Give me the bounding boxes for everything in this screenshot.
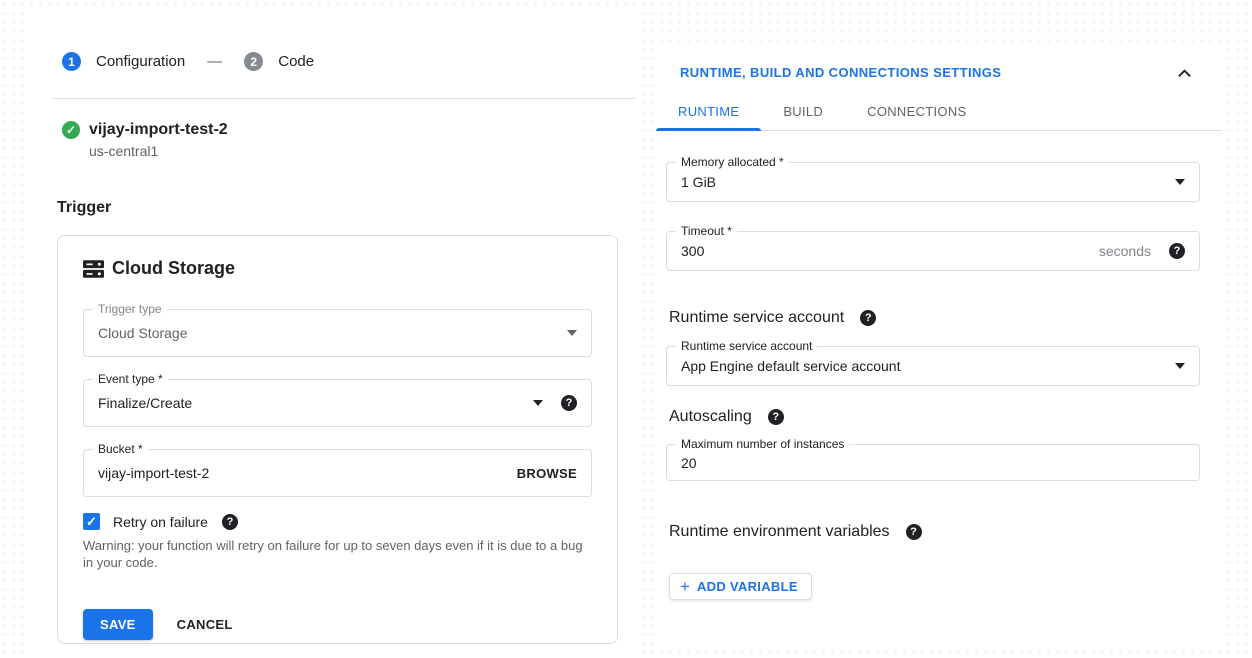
event-type-select[interactable]: Event type * Finalize/Create ? [83,379,592,427]
service-account-heading: Runtime service account [669,309,844,327]
cancel-button[interactable]: CANCEL [177,617,233,632]
bucket-input[interactable] [98,465,517,481]
plus-icon: + [680,579,690,594]
function-region: us-central1 [89,143,636,159]
autoscaling-heading-row: Autoscaling ? [669,408,1200,426]
step-separator: — [207,53,222,70]
trigger-card: Cloud Storage Trigger type Cloud Storage… [57,235,618,644]
retry-checkbox[interactable]: ✓ [83,513,100,530]
step-2-label: Code [278,53,314,70]
save-button[interactable]: SAVE [83,609,153,640]
max-instances-field: Maximum number of instances [666,444,1200,481]
service-account-value: App Engine default service account [681,358,1175,374]
bucket-field: Bucket * BROWSE [83,449,592,497]
settings-header[interactable]: RUNTIME, BUILD AND CONNECTIONS SETTINGS [656,46,1222,80]
bucket-label: Bucket * [93,442,148,456]
chevron-down-icon [1175,363,1185,369]
settings-tabs: RUNTIME BUILD CONNECTIONS [656,94,1222,131]
configuration-panel: 1 Configuration — 2 Code ✓ vijay-import-… [30,12,636,658]
service-account-label: Runtime service account [676,339,817,353]
trigger-type-select[interactable]: Trigger type Cloud Storage [83,309,592,357]
service-account-help-icon[interactable]: ? [860,310,876,326]
chevron-down-icon [567,330,577,336]
max-instances-label: Maximum number of instances [676,437,849,451]
event-type-label: Event type * [93,372,168,386]
memory-allocated-value: 1 GiB [681,174,1175,190]
function-name-row: ✓ vijay-import-test-2 [62,121,636,139]
timeout-suffix: seconds [1099,243,1151,259]
retry-warning-text: Warning: your function will retry on fai… [83,537,592,571]
tab-build[interactable]: BUILD [761,94,845,130]
event-type-value: Finalize/Create [98,395,533,411]
trigger-section-title: Trigger [57,199,636,217]
timeout-help-icon[interactable]: ? [1169,243,1185,259]
settings-panel: RUNTIME, BUILD AND CONNECTIONS SETTINGS … [656,46,1222,646]
tab-connections[interactable]: CONNECTIONS [845,94,988,130]
env-vars-heading-row: Runtime environment variables ? [669,523,1200,541]
form-actions: SAVE CANCEL [83,609,592,640]
memory-allocated-select[interactable]: Memory allocated * 1 GiB [666,162,1200,202]
retry-help-icon[interactable]: ? [222,514,238,530]
add-variable-label: ADD VARIABLE [697,579,798,594]
env-vars-heading: Runtime environment variables [669,523,890,541]
step-2-circle[interactable]: 2 [244,52,263,71]
timeout-input[interactable] [681,243,1089,259]
trigger-type-label: Trigger type [93,302,167,316]
service-account-heading-row: Runtime service account ? [669,309,1200,327]
settings-header-title: RUNTIME, BUILD AND CONNECTIONS SETTINGS [680,65,1001,80]
chevron-down-icon [1175,179,1185,185]
stepper: 1 Configuration — 2 Code [62,52,636,71]
timeout-label: Timeout * [676,224,737,238]
cloud-storage-icon [83,259,104,279]
browse-button[interactable]: BROWSE [517,466,577,481]
add-variable-button[interactable]: + ADD VARIABLE [669,573,812,600]
chevron-down-icon [533,400,543,406]
trigger-card-title: Cloud Storage [112,258,235,279]
autoscaling-heading: Autoscaling [669,408,752,426]
service-account-select[interactable]: Runtime service account App Engine defau… [666,346,1200,386]
max-instances-input[interactable] [681,455,1185,471]
retry-label: Retry on failure [113,514,208,530]
step-1-label: Configuration [96,53,185,70]
success-check-icon: ✓ [62,121,80,139]
retry-row: ✓ Retry on failure ? [83,513,592,530]
step-1-circle[interactable]: 1 [62,52,81,71]
runtime-tab-content: Memory allocated * 1 GiB Timeout * secon… [656,162,1222,600]
autoscaling-help-icon[interactable]: ? [768,409,784,425]
memory-allocated-label: Memory allocated * [676,155,789,169]
tab-runtime[interactable]: RUNTIME [656,94,761,130]
timeout-field: Timeout * seconds ? [666,231,1200,271]
chevron-up-icon[interactable] [1177,68,1192,78]
trigger-card-title-row: Cloud Storage [83,258,592,279]
env-vars-help-icon[interactable]: ? [906,524,922,540]
trigger-type-value: Cloud Storage [98,325,567,341]
stepper-divider [53,98,636,99]
event-type-help-icon[interactable]: ? [561,395,577,411]
function-name: vijay-import-test-2 [89,121,228,139]
